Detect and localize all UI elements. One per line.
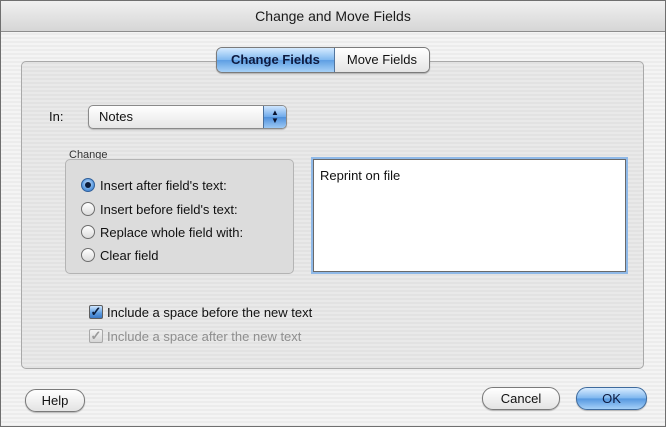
tab-move-fields[interactable]: Move Fields <box>334 48 429 72</box>
radio-label: Insert after field's text: <box>100 177 227 193</box>
cancel-button[interactable]: Cancel <box>482 387 560 410</box>
dialog-window: Change and Move Fields Change Fields Mov… <box>0 0 666 427</box>
radio-insert-before[interactable]: Insert before field's text: <box>81 200 238 218</box>
checkbox-space-after: ✓ Include a space after the new text <box>89 327 301 345</box>
checkbox-label: Include a space before the new text <box>107 304 313 320</box>
checkbox-checked-icon: ✓ <box>89 304 103 319</box>
checkbox-space-before[interactable]: ✓ Include a space before the new text <box>89 303 312 321</box>
radio-label: Clear field <box>100 247 159 263</box>
tab-change-fields[interactable]: Change Fields <box>217 48 335 72</box>
replacement-text-field[interactable]: Reprint on file <box>313 159 626 272</box>
help-button[interactable]: Help <box>25 389 85 412</box>
tab-bar: Change Fields Move Fields <box>216 47 430 73</box>
in-label: In: <box>49 109 64 124</box>
radio-icon <box>81 248 95 262</box>
field-popup-value: Notes <box>99 109 133 124</box>
field-popup-button[interactable]: Notes ▲ ▼ <box>88 105 287 129</box>
checkbox-checked-disabled-icon: ✓ <box>89 328 103 343</box>
radio-selected-icon <box>81 178 95 192</box>
checkbox-label: Include a space after the new text <box>107 328 302 344</box>
radio-icon <box>81 202 95 216</box>
radio-icon <box>81 225 95 239</box>
radio-clear-field[interactable]: Clear field <box>81 246 159 264</box>
radio-label: Replace whole field with: <box>100 224 244 240</box>
radio-insert-after[interactable]: Insert after field's text: <box>81 176 227 194</box>
ok-button[interactable]: OK <box>576 387 647 410</box>
radio-replace-whole[interactable]: Replace whole field with: <box>81 223 243 241</box>
window-title: Change and Move Fields <box>1 1 665 32</box>
popup-arrows-icon: ▲ ▼ <box>263 106 286 128</box>
radio-label: Insert before field's text: <box>100 201 238 217</box>
